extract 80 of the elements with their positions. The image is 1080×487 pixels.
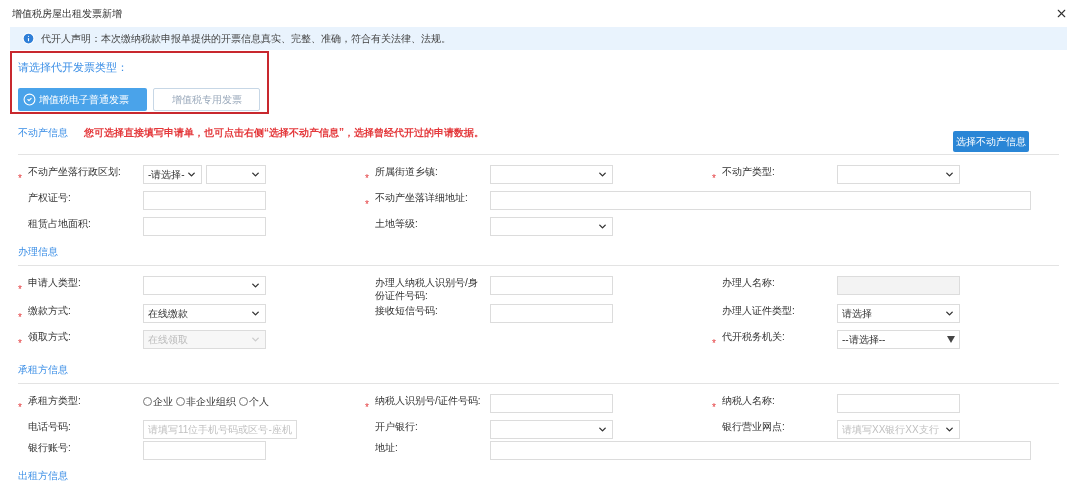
field-label: 产权证号:: [28, 191, 71, 204]
section-title: 不动产信息: [18, 126, 68, 140]
section-title: 出租方信息: [18, 469, 68, 483]
input-field[interactable]: [143, 217, 266, 236]
invoice-type-prompt: 请选择代开发票类型：: [18, 60, 129, 75]
required-asterisk: *: [712, 338, 716, 349]
required-asterisk: *: [365, 173, 369, 184]
required-asterisk: *: [18, 312, 22, 323]
required-asterisk: *: [365, 402, 369, 413]
input-field[interactable]: [490, 441, 1031, 460]
select-field[interactable]: 在线缴款: [143, 304, 266, 323]
required-asterisk: *: [18, 338, 22, 349]
radio-option[interactable]: 企业: [143, 394, 173, 409]
input-field[interactable]: [143, 191, 266, 210]
chevron-down-icon: [944, 169, 955, 180]
field-label: 电话号码:: [28, 420, 71, 433]
field-label: 不动产类型:: [722, 165, 775, 178]
chevron-down-icon: [250, 308, 261, 319]
select-field[interactable]: --请选择--: [837, 330, 960, 349]
chevron-down-icon: [250, 334, 261, 345]
field-label: 开户银行:: [375, 420, 418, 433]
input-field[interactable]: [490, 191, 1031, 210]
input-field[interactable]: [490, 304, 613, 323]
select-field[interactable]: [490, 165, 613, 184]
section-note: 您可选择直接填写申请单，也可点击右侧“选择不动产信息”，选择曾经代开过的申请数据。: [84, 126, 484, 140]
section-title: 承租方信息: [18, 363, 68, 377]
field-label: 不动产坐落详细地址:: [375, 191, 468, 204]
chevron-down-icon: [186, 169, 197, 180]
field-label: 领取方式:: [28, 330, 71, 343]
field-label: 地址:: [375, 441, 398, 454]
chevron-down-icon: [250, 280, 261, 291]
field-label: 办理人纳税人识别号/身份证件号码:: [375, 276, 479, 302]
field-label: 不动产坐落行政区划:: [28, 165, 121, 178]
field-label: 承租方类型:: [28, 394, 81, 407]
radio-option[interactable]: 个人: [239, 394, 269, 409]
dialog-title: 增值税房屋出租发票新增: [12, 7, 122, 21]
section-title: 办理信息: [18, 245, 58, 259]
select-field[interactable]: -请选择-: [143, 165, 202, 184]
chevron-down-icon: [250, 169, 261, 180]
select-field[interactable]: [837, 165, 960, 184]
chevron-down-icon: [597, 424, 608, 435]
select-property-button[interactable]: 选择不动产信息: [953, 131, 1029, 152]
dropdown-triangle-icon: [947, 336, 955, 343]
field-label: 代开税务机关:: [722, 330, 785, 343]
select-field[interactable]: 请选择: [837, 304, 960, 323]
field-label: 纳税人识别号/证件号码:: [375, 394, 481, 407]
required-asterisk: *: [18, 284, 22, 295]
chevron-down-icon: [944, 424, 955, 435]
field-label: 所属街道乡镇:: [375, 165, 438, 178]
close-icon[interactable]: [1055, 7, 1068, 20]
radio-option[interactable]: 非企业组织: [176, 394, 236, 409]
field-label: 银行营业网点:: [722, 420, 785, 433]
input-field[interactable]: [490, 276, 613, 295]
field-label: 接收短信号码:: [375, 304, 438, 317]
field-label: 办理人证件类型:: [722, 304, 795, 317]
field-label: 土地等级:: [375, 217, 418, 230]
select-field[interactable]: [490, 420, 613, 439]
notice-text: 代开人声明：本次缴纳税款申报单提供的开票信息真实、完整、准确，符合有关法律、法规。: [41, 32, 451, 46]
required-asterisk: *: [18, 173, 22, 184]
field-label: 租赁占地面积:: [28, 217, 91, 230]
required-asterisk: *: [712, 402, 716, 413]
input-field[interactable]: [490, 394, 613, 413]
select-field[interactable]: [143, 276, 266, 295]
chevron-down-icon: [944, 308, 955, 319]
info-icon: [22, 32, 35, 45]
field-label: 缴款方式:: [28, 304, 71, 317]
required-asterisk: *: [18, 402, 22, 413]
select-field[interactable]: [490, 217, 613, 236]
input-field[interactable]: [143, 441, 266, 460]
chevron-down-icon: [597, 221, 608, 232]
required-asterisk: *: [712, 173, 716, 184]
required-asterisk: *: [365, 199, 369, 210]
select-field[interactable]: [206, 165, 266, 184]
field-label: 银行账号:: [28, 441, 71, 454]
field-label: 纳税人名称:: [722, 394, 775, 407]
check-circle-icon: [23, 92, 36, 106]
chevron-down-icon: [597, 169, 608, 180]
field-label: 办理人名称:: [722, 276, 775, 289]
input-field[interactable]: [837, 394, 960, 413]
field-label: 申请人类型:: [28, 276, 81, 289]
